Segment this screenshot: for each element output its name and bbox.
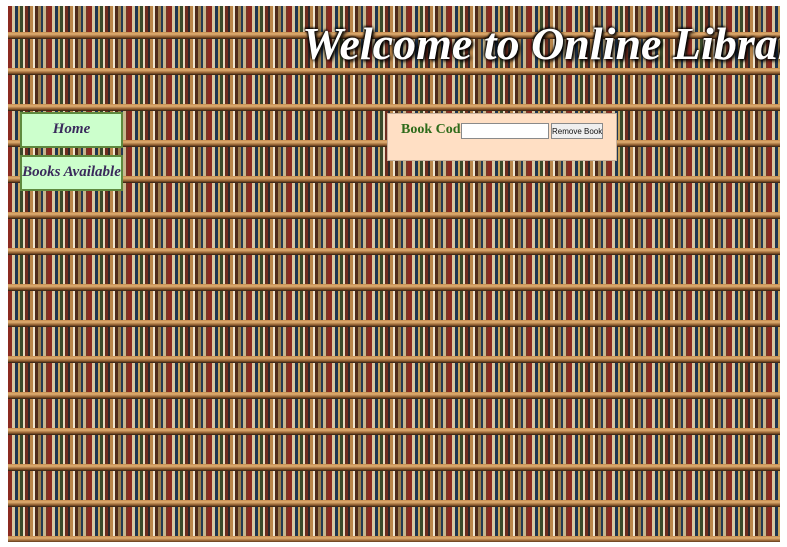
remove-book-form: Book Code: Remove Book (387, 113, 617, 161)
nav-books-available-link[interactable]: Books Available (20, 155, 123, 191)
remove-book-button[interactable]: Remove Book (551, 123, 603, 139)
book-code-input[interactable] (461, 123, 549, 139)
side-nav: Home Books Available (20, 112, 123, 198)
page-title: Welcome to Online Library (302, 18, 780, 69)
bookshelf-background: Welcome to Online Library Home Books Ava… (8, 6, 780, 542)
nav-home-link[interactable]: Home (20, 112, 123, 148)
